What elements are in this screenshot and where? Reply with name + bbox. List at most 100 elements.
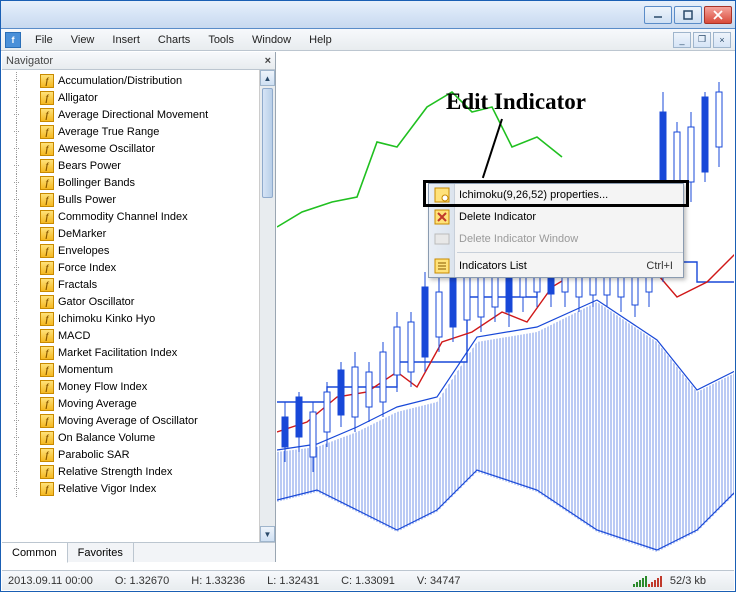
indicator-item[interactable]: Average Directional Movement [2,106,259,123]
navigator-close-button[interactable]: × [265,55,271,67]
indicator-item[interactable]: Accumulation/Distribution [2,72,259,89]
status-close: C: 1.33091 [341,575,395,587]
indicator-item[interactable]: Envelopes [2,242,259,259]
indicator-item[interactable]: Bears Power [2,157,259,174]
indicator-label: MACD [58,330,90,342]
navigator-tabs: Common Favorites [2,542,275,562]
scroll-thumb[interactable] [262,88,273,198]
indicator-label: Envelopes [58,245,109,257]
status-datetime: 2013.09.11 00:00 [8,575,93,587]
indicator-item[interactable]: Commodity Channel Index [2,208,259,225]
delete-window-icon [434,231,450,247]
indicator-item[interactable]: Force Index [2,259,259,276]
indicator-icon [40,108,54,122]
tab-favorites[interactable]: Favorites [68,543,134,562]
indicator-label: Relative Strength Index [58,466,172,478]
indicator-item[interactable]: On Balance Volume [2,429,259,446]
indicator-item[interactable]: DeMarker [2,225,259,242]
menu-charts[interactable]: Charts [150,31,198,49]
indicator-icon [40,465,54,479]
indicator-icon [40,210,54,224]
indicator-icon [40,295,54,309]
indicator-item[interactable]: Relative Vigor Index [2,480,259,497]
indicator-icon [40,74,54,88]
maximize-button[interactable] [674,6,702,24]
indicator-item[interactable]: Ichimoku Kinko Hyo [2,310,259,327]
ctx-indicators-list-shortcut: Ctrl+I [646,260,683,272]
tab-common[interactable]: Common [2,543,68,563]
indicators-list-icon [434,258,450,274]
indicator-item[interactable]: Moving Average [2,395,259,412]
indicator-icon [40,142,54,156]
mdi-close-button[interactable]: × [713,32,731,48]
close-button[interactable] [704,6,732,24]
mdi-restore-button[interactable]: ❐ [693,32,711,48]
indicator-label: Momentum [58,364,113,376]
status-high: H: 1.33236 [191,575,245,587]
indicator-label: Relative Vigor Index [58,483,156,495]
navigator-scrollbar[interactable]: ▲ ▼ [259,70,275,542]
connection-indicator [633,575,662,587]
indicator-item[interactable]: Moving Average of Oscillator [2,412,259,429]
indicator-label: Ichimoku Kinko Hyo [58,313,155,325]
indicator-label: Fractals [58,279,97,291]
menu-insert[interactable]: Insert [104,31,148,49]
indicator-label: Market Facilitation Index [58,347,177,359]
menu-tools[interactable]: Tools [200,31,242,49]
mdi-minimize-button[interactable]: _ [673,32,691,48]
indicator-item[interactable]: Parabolic SAR [2,446,259,463]
indicator-icon [40,278,54,292]
indicator-item[interactable]: Bulls Power [2,191,259,208]
ctx-delete-indicator[interactable]: Delete Indicator [429,206,683,228]
navigator-tree[interactable]: Accumulation/Distribution Alligator Averag… [2,70,259,542]
indicator-item[interactable]: Gator Oscillator [2,293,259,310]
indicator-icon [40,125,54,139]
indicator-label: Average True Range [58,126,159,138]
indicator-icon [40,193,54,207]
ctx-delete-window: Delete Indicator Window [429,228,683,250]
indicator-label: Moving Average [58,398,137,410]
indicator-label: Awesome Oscillator [58,143,155,155]
status-low: L: 1.32431 [267,575,319,587]
indicator-item[interactable]: Money Flow Index [2,378,259,395]
chart-area[interactable] [277,52,734,562]
menu-window[interactable]: Window [244,31,299,49]
statusbar: 2013.09.11 00:00 O: 1.32670 H: 1.33236 L… [2,570,734,590]
indicator-item[interactable]: Alligator [2,89,259,106]
ctx-properties-label: Ichimoku(9,26,52) properties... [459,189,608,201]
status-traffic: 52/3 kb [670,575,706,587]
indicator-label: Force Index [58,262,116,274]
indicator-label: Gator Oscillator [58,296,134,308]
navigator-header: Navigator × [2,52,275,70]
ctx-indicators-list-label: Indicators List [459,260,527,272]
indicator-item[interactable]: Market Facilitation Index [2,344,259,361]
menu-view[interactable]: View [63,31,103,49]
indicator-item[interactable]: Average True Range [2,123,259,140]
indicator-icon [40,346,54,360]
indicator-item[interactable]: Awesome Oscillator [2,140,259,157]
scroll-down-button[interactable]: ▼ [260,526,275,542]
indicator-item[interactable]: MACD [2,327,259,344]
menu-help[interactable]: Help [301,31,340,49]
navigator-panel: Navigator × Accumulation/Distribution All… [2,52,276,562]
ctx-separator [457,252,683,253]
indicator-item[interactable]: Relative Strength Index [2,463,259,480]
ctx-indicators-list[interactable]: Indicators List Ctrl+I [429,255,683,277]
context-menu: Ichimoku(9,26,52) properties... Delete I… [428,183,684,278]
minimize-button[interactable] [644,6,672,24]
indicator-item[interactable]: Fractals [2,276,259,293]
indicator-icon [40,397,54,411]
menu-file[interactable]: File [27,31,61,49]
indicator-icon [40,227,54,241]
indicator-label: Money Flow Index [58,381,147,393]
indicator-label: Accumulation/Distribution [58,75,182,87]
indicator-item[interactable]: Momentum [2,361,259,378]
ctx-properties[interactable]: Ichimoku(9,26,52) properties... [429,184,683,206]
indicator-label: Alligator [58,92,98,104]
indicator-icon [40,414,54,428]
indicator-icon [40,482,54,496]
scroll-up-button[interactable]: ▲ [260,70,275,86]
indicator-icon [40,329,54,343]
indicator-item[interactable]: Bollinger Bands [2,174,259,191]
indicator-label: Commodity Channel Index [58,211,188,223]
